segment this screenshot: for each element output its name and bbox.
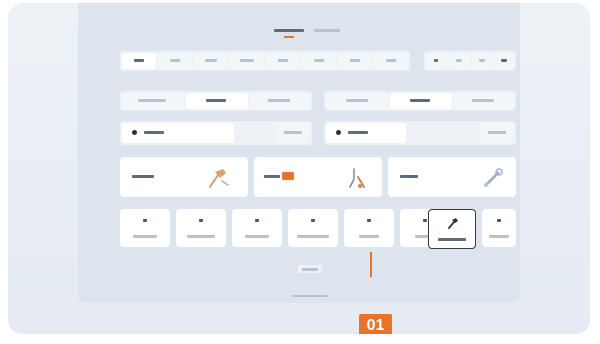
tool-tile-4-label [297, 235, 329, 238]
tool-tile-8-label [489, 235, 509, 238]
row1-a-option-8[interactable] [374, 53, 408, 69]
home-indicator [292, 295, 328, 297]
row1-b-option-3-label [479, 59, 485, 62]
row3-field-a-indicator-icon [132, 130, 137, 135]
active-tab-underline [284, 36, 294, 38]
row1-a-option-7[interactable] [338, 53, 372, 69]
row3-field-b-label [348, 131, 368, 134]
feature-card-2-label [264, 175, 280, 178]
tool-tile-5-label [359, 235, 379, 238]
row2-a-option-2-label [206, 99, 226, 102]
screenshot-frame: 01 [8, 3, 590, 334]
row3-field-b-indicator-icon [336, 130, 341, 135]
tool-tile-8[interactable] [482, 209, 516, 247]
tool-tile-5-icon [367, 219, 371, 222]
row1-a-option-3[interactable] [194, 53, 228, 69]
tool-tile-2[interactable] [176, 209, 226, 247]
tool-tile-4-icon [311, 219, 315, 222]
feature-card-1[interactable] [120, 157, 248, 197]
row2-segment-group-b [324, 91, 516, 111]
row1-segment-group-b [424, 51, 516, 71]
row2-b-option-3[interactable] [454, 93, 514, 109]
row1-b-option-3[interactable] [472, 53, 493, 69]
tool-tile-4[interactable] [288, 209, 338, 247]
row1-a-option-6[interactable] [302, 53, 336, 69]
row1-a-option-1[interactable] [122, 53, 156, 69]
row1-b-option-1-label [434, 59, 438, 62]
row2-a-option-2[interactable] [186, 93, 248, 109]
feature-card-1-label [132, 175, 154, 178]
row3-field-a[interactable] [122, 123, 234, 143]
tool-panel [78, 3, 520, 303]
row3-group-a [120, 121, 312, 145]
tool-tile-1-label [133, 235, 157, 238]
tool-tile-3[interactable] [232, 209, 282, 247]
tab-active[interactable] [274, 29, 304, 32]
row1-a-option-5[interactable] [266, 53, 300, 69]
row1-a-option-4[interactable] [230, 53, 264, 69]
feature-card-3-label [400, 175, 418, 178]
row1-a-option-8-label [386, 59, 396, 62]
row2-b-option-2[interactable] [390, 93, 452, 109]
row3-field-b[interactable] [326, 123, 406, 143]
footer-button[interactable] [298, 265, 322, 273]
tool-tile-7-label [438, 238, 466, 241]
row3-button-b[interactable] [480, 123, 514, 143]
tool-tile-5[interactable] [344, 209, 394, 247]
tool-tile-2-label [187, 235, 215, 238]
row2-b-option-1[interactable] [326, 93, 388, 109]
row1-segment-group-a [120, 51, 410, 71]
row1-b-option-4-label [501, 59, 507, 62]
row2-segment-group-a [120, 91, 312, 111]
row1-a-option-5-label [278, 59, 288, 62]
row1-a-option-3-label [205, 59, 217, 62]
tool-tile-6-icon [423, 219, 427, 222]
wrench-icon [484, 168, 503, 187]
feature-card-2-badge [282, 172, 294, 180]
tool-tile-3-label [245, 235, 269, 238]
row1-b-option-4[interactable] [495, 53, 514, 69]
row3-button-a-label [284, 131, 302, 134]
row1-b-option-2-label [456, 59, 462, 62]
tool-icon [349, 168, 365, 188]
callout-leader-line [370, 252, 372, 277]
tool-tile-8-icon [497, 219, 501, 222]
row2-a-option-1[interactable] [122, 93, 184, 109]
hammer-icon [448, 218, 458, 229]
row3-button-a[interactable] [276, 123, 310, 143]
row1-a-option-6-label [314, 59, 324, 62]
tool-tile-3-icon [255, 219, 259, 222]
row3-field-a-label [144, 131, 164, 134]
tool-tile-1[interactable] [120, 209, 170, 247]
row1-a-option-7-label [350, 59, 360, 62]
row2-b-option-1-label [346, 99, 368, 102]
row1-a-option-1-label [134, 59, 144, 62]
tool-tile-7-selected[interactable] [428, 209, 476, 249]
tab-inactive[interactable] [314, 29, 340, 32]
row3-group-b [324, 121, 516, 145]
row2-b-option-2-label [410, 99, 430, 102]
row2-a-option-1-label [138, 99, 166, 102]
callout-number-badge: 01 [359, 314, 392, 334]
row3-button-b-label [488, 131, 506, 134]
row1-b-option-1[interactable] [426, 53, 447, 69]
tool-tile-2-icon [199, 219, 203, 222]
row1-a-option-2-label [170, 59, 180, 62]
feature-card-2[interactable] [254, 157, 382, 197]
row2-b-option-3-label [472, 99, 494, 102]
row1-b-option-2[interactable] [449, 53, 470, 69]
tool-tile-1-icon [143, 219, 147, 222]
row2-a-option-3[interactable] [250, 93, 310, 109]
hammer-icon [209, 169, 229, 188]
row1-a-option-2[interactable] [158, 53, 192, 69]
row2-a-option-3-label [268, 99, 290, 102]
footer-button-label [302, 267, 318, 271]
feature-card-3[interactable] [388, 157, 516, 197]
row1-a-option-4-label [240, 59, 254, 62]
